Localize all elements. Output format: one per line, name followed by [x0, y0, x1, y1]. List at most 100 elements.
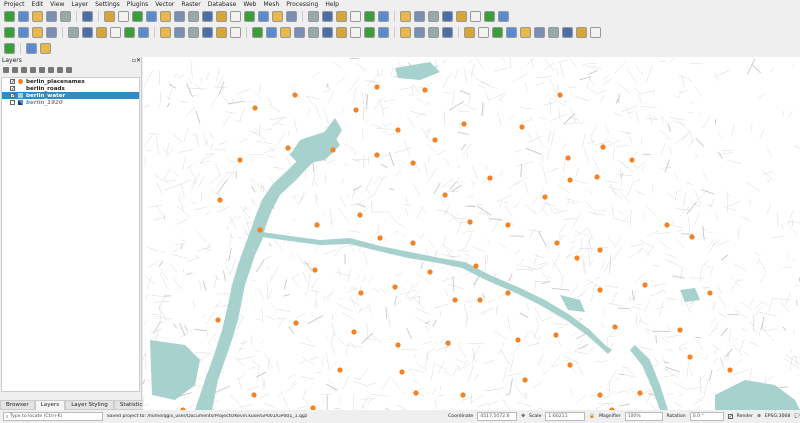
- messages-icon[interactable]: 💬: [794, 414, 800, 419]
- add-group-icon[interactable]: [12, 67, 18, 73]
- zoom-next-icon[interactable]: [230, 11, 241, 22]
- tab-layer-styling[interactable]: Layer Styling: [65, 400, 114, 410]
- layer-visibility-checkbox[interactable]: ✓: [10, 79, 15, 85]
- placename-point[interactable]: [687, 354, 693, 360]
- menu-edit[interactable]: Edit: [32, 1, 44, 8]
- tool-tb2-10-icon[interactable]: [160, 27, 171, 38]
- tool-tb1-33-icon[interactable]: [498, 11, 509, 22]
- menu-vector[interactable]: Vector: [155, 1, 174, 8]
- locator-input[interactable]: ⌕ Type to locate (Ctrl+K): [3, 412, 103, 421]
- tool-tb2-34-icon[interactable]: [520, 27, 531, 38]
- new-bookmark-icon[interactable]: [244, 11, 255, 22]
- menu-plugins[interactable]: Plugins: [127, 1, 149, 8]
- placename-point[interactable]: [413, 390, 419, 396]
- deselect-icon[interactable]: [322, 11, 333, 22]
- tool-tb2-20-icon[interactable]: [308, 27, 319, 38]
- map-tips-icon[interactable]: [428, 11, 439, 22]
- layer-item-berlin_water[interactable]: ✓ berlin_water: [2, 92, 139, 99]
- tool-tb2-3-icon[interactable]: [46, 27, 57, 38]
- annotation-icon[interactable]: [414, 11, 425, 22]
- crs-icon[interactable]: ⊕: [757, 414, 761, 419]
- placename-point[interactable]: [257, 227, 263, 233]
- placename-point[interactable]: [432, 137, 438, 143]
- pan-to-selection-icon[interactable]: [118, 11, 129, 22]
- placename-point[interactable]: [251, 392, 257, 398]
- menu-view[interactable]: View: [50, 1, 64, 8]
- placename-point[interactable]: [357, 212, 363, 218]
- placename-point[interactable]: [567, 177, 573, 183]
- placename-point[interactable]: [519, 124, 525, 130]
- placename-point[interactable]: [553, 332, 559, 338]
- remove-layer-icon[interactable]: [66, 67, 72, 73]
- placename-point[interactable]: [461, 121, 467, 127]
- select-icon[interactable]: [308, 11, 319, 22]
- refresh-icon[interactable]: [272, 11, 283, 22]
- tool-tb2-7-icon[interactable]: [110, 27, 121, 38]
- placename-point[interactable]: [487, 175, 493, 181]
- placename-point[interactable]: [689, 234, 695, 240]
- placename-point[interactable]: [612, 324, 618, 330]
- zoom-to-selection-icon[interactable]: [174, 11, 185, 22]
- edit-plugin-icon[interactable]: [40, 43, 51, 54]
- map-canvas[interactable]: [143, 57, 800, 410]
- placename-point[interactable]: [642, 282, 648, 288]
- placename-point[interactable]: [237, 157, 243, 163]
- placename-point[interactable]: [677, 327, 683, 333]
- placename-point[interactable]: [597, 287, 603, 293]
- placename-point[interactable]: [637, 390, 643, 396]
- style-icon[interactable]: [3, 67, 9, 73]
- placename-point[interactable]: [358, 290, 364, 296]
- scale-combo[interactable]: 1:60211: [545, 412, 586, 421]
- placename-point[interactable]: [574, 255, 580, 261]
- zoom-to-layer-icon[interactable]: [188, 11, 199, 22]
- tool-tb1-31-icon[interactable]: [470, 11, 481, 22]
- tool-tb2-21-icon[interactable]: [322, 27, 333, 38]
- placename-point[interactable]: [285, 145, 291, 151]
- menu-mesh[interactable]: Mesh: [263, 1, 279, 8]
- plugin-reloader-icon[interactable]: [26, 43, 37, 54]
- open-project-icon[interactable]: [18, 11, 29, 22]
- placename-point[interactable]: [477, 297, 483, 303]
- tool-tb2-31-icon[interactable]: [478, 27, 489, 38]
- tool-tb2-39-icon[interactable]: [590, 27, 601, 38]
- expand-icon[interactable]: [48, 67, 54, 73]
- tool-tb2-1-icon[interactable]: [18, 27, 29, 38]
- tool-tb2-33-icon[interactable]: [506, 27, 517, 38]
- new-project-icon[interactable]: [4, 11, 15, 22]
- tab-layers[interactable]: Layers: [34, 400, 66, 410]
- tool-tb1-32-icon[interactable]: [484, 11, 495, 22]
- layer-item-berlin_placenames[interactable]: ✓ berlin_placenames: [2, 78, 139, 85]
- magnifier-spinbox[interactable]: 100%: [624, 412, 663, 421]
- tool-tb2-24-icon[interactable]: [364, 27, 375, 38]
- crs-button[interactable]: EPSG:3068: [765, 414, 790, 419]
- python-console-icon[interactable]: [4, 43, 15, 54]
- placename-point[interactable]: [597, 392, 603, 398]
- processing-toolbox-icon[interactable]: [364, 11, 375, 22]
- tool-tb2-32-icon[interactable]: [492, 27, 503, 38]
- layer-item-berlin_roads[interactable]: ✓ berlin_roads: [2, 85, 139, 92]
- tool-tb2-36-icon[interactable]: [548, 27, 559, 38]
- placename-point[interactable]: [445, 340, 451, 346]
- placename-point[interactable]: [337, 367, 343, 373]
- menu-help[interactable]: Help: [325, 1, 339, 8]
- placename-point[interactable]: [515, 337, 521, 343]
- rotation-spinbox[interactable]: 0.0 °: [689, 412, 724, 421]
- layer-item-berlin_1920[interactable]: berlin_1920: [2, 99, 139, 106]
- tool-tb2-6-icon[interactable]: [96, 27, 107, 38]
- placename-point[interactable]: [505, 290, 511, 296]
- statistics-icon[interactable]: [378, 11, 389, 22]
- tool-tb2-30-icon[interactable]: [464, 27, 475, 38]
- placename-point[interactable]: [554, 240, 560, 246]
- tool-tb2-35-icon[interactable]: [534, 27, 545, 38]
- placename-point[interactable]: [410, 160, 416, 166]
- render-checkbox[interactable]: ✓: [727, 414, 733, 420]
- placename-point[interactable]: [353, 107, 359, 113]
- placename-point[interactable]: [629, 157, 635, 163]
- print-layout-icon[interactable]: [60, 11, 71, 22]
- placename-point[interactable]: [600, 144, 606, 150]
- attribute-table-icon[interactable]: [336, 11, 347, 22]
- placename-point[interactable]: [707, 290, 713, 296]
- placename-point[interactable]: [597, 247, 603, 253]
- tool-tb2-28-icon[interactable]: [428, 27, 439, 38]
- zoom-native-icon[interactable]: [202, 11, 213, 22]
